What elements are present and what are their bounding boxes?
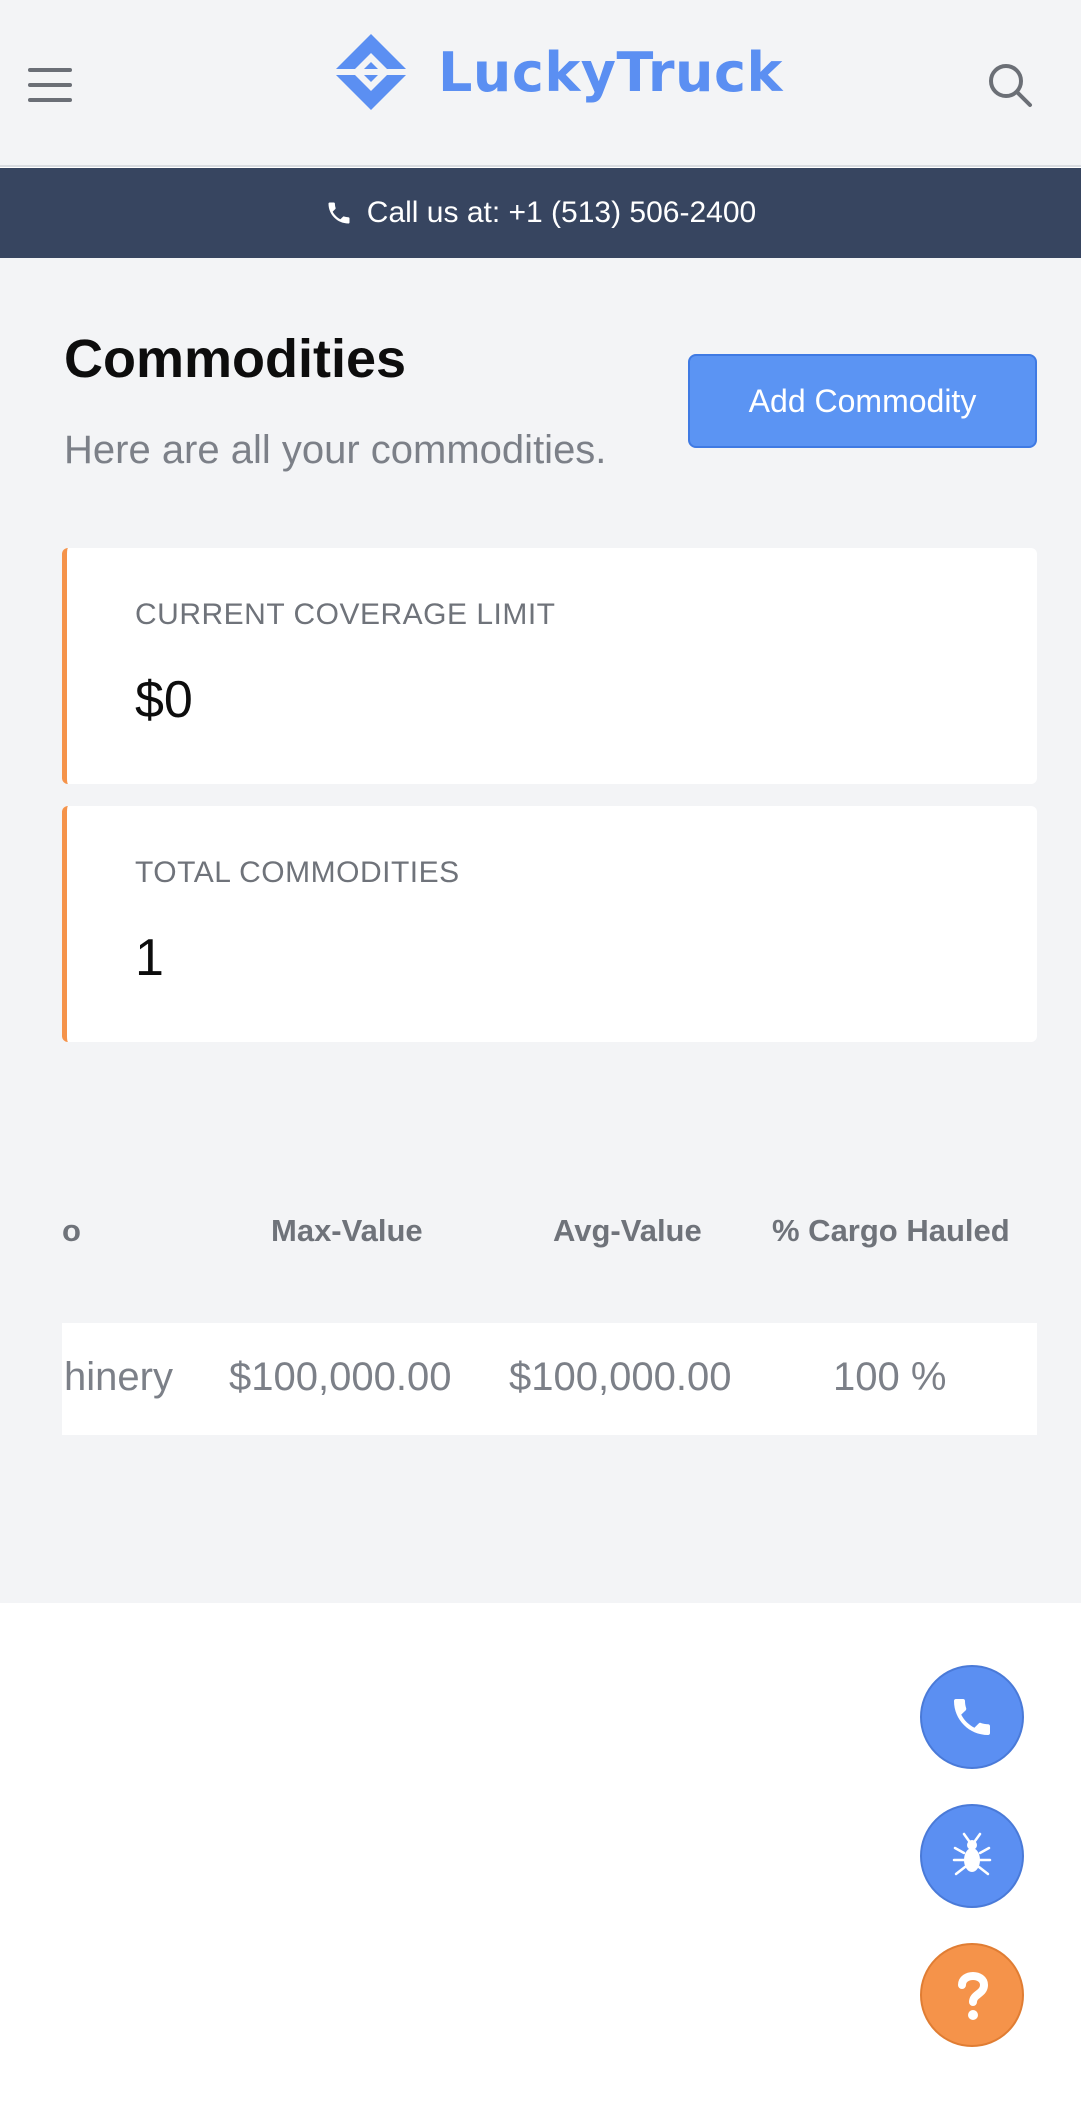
coverage-limit-value: $0 bbox=[135, 671, 193, 729]
coverage-limit-label: CURRENT COVERAGE LIMIT bbox=[135, 598, 556, 631]
cell-max-value: $100,000.00 bbox=[229, 1355, 452, 1399]
help-icon bbox=[958, 1972, 989, 2020]
phone-icon bbox=[954, 1699, 990, 1735]
total-commodities-value: 1 bbox=[135, 929, 164, 987]
column-header-max-value: Max-Value bbox=[271, 1213, 423, 1248]
cell-commodity: hinery bbox=[64, 1355, 173, 1399]
commodities-table-header: o Max-Value Avg-Value % Cargo Hauled bbox=[0, 1213, 1081, 1263]
page-title: Commodities bbox=[64, 329, 407, 389]
report-bug-fab-button[interactable] bbox=[920, 1804, 1024, 1908]
call-us-banner[interactable]: Call us at: +1 (513) 506-2400 bbox=[0, 168, 1081, 258]
top-navigation: LuckyTruck bbox=[0, 0, 1081, 167]
cell-cargo-hauled: 100 % bbox=[833, 1355, 947, 1399]
cell-avg-value: $100,000.00 bbox=[509, 1355, 732, 1399]
add-commodity-button[interactable]: Add Commodity bbox=[688, 354, 1037, 448]
commodities-content: Commodities Here are all your commoditie… bbox=[0, 258, 1081, 1603]
luckytruck-logo-icon bbox=[330, 34, 412, 110]
coverage-limit-card: CURRENT COVERAGE LIMIT $0 bbox=[62, 548, 1037, 784]
hamburger-menu-icon[interactable] bbox=[28, 68, 72, 102]
column-header-avg-value: Avg-Value bbox=[553, 1213, 702, 1248]
column-header-commodity: o bbox=[62, 1213, 81, 1248]
brand-logo[interactable]: LuckyTruck bbox=[330, 30, 783, 114]
call-us-text: Call us at: +1 (513) 506-2400 bbox=[366, 196, 757, 229]
table-row[interactable]: hinery $100,000.00 $100,000.00 100 % bbox=[62, 1323, 1037, 1435]
help-fab-button[interactable] bbox=[920, 1943, 1024, 2047]
page-subtitle: Here are all your commodities. bbox=[64, 428, 607, 472]
bug-icon bbox=[952, 1832, 992, 1876]
brand-name: LuckyTruck bbox=[438, 40, 783, 104]
total-commodities-label: TOTAL COMMODITIES bbox=[135, 856, 460, 889]
phone-icon bbox=[328, 202, 350, 224]
search-icon[interactable] bbox=[985, 60, 1035, 110]
column-header-cargo-hauled: % Cargo Hauled bbox=[772, 1213, 1010, 1248]
call-fab-button[interactable] bbox=[920, 1665, 1024, 1769]
total-commodities-card: TOTAL COMMODITIES 1 bbox=[62, 806, 1037, 1042]
